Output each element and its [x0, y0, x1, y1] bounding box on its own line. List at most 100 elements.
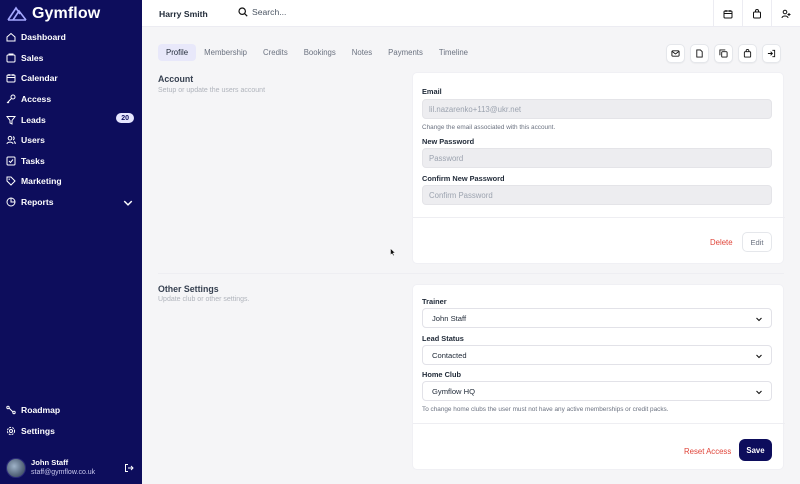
add-user-icon	[781, 9, 791, 18]
sidebar-item-label: Sales	[21, 52, 44, 63]
home-club-select[interactable]: Gymflow HQ	[422, 381, 772, 401]
tab-notes[interactable]: Notes	[344, 44, 380, 61]
chevron-down-icon	[756, 354, 762, 359]
sidebar-item-label: Settings	[21, 425, 55, 436]
email-button[interactable]	[666, 44, 685, 63]
document-button[interactable]	[690, 44, 709, 63]
sidebar-item-sales[interactable]: Sales	[0, 48, 142, 69]
search-input[interactable]: Search...	[238, 7, 286, 17]
profile-actions	[666, 44, 781, 63]
search-icon	[238, 7, 248, 17]
sidebar-item-tasks[interactable]: Tasks	[0, 151, 142, 172]
other-settings-subtitle: Update club or other settings.	[158, 296, 250, 303]
gear-icon	[6, 426, 16, 435]
trainer-value: John Staff	[432, 313, 467, 323]
users-icon	[6, 136, 16, 145]
lead-status-label: Lead Status	[422, 334, 464, 343]
email-field[interactable]: lil.nazarenko+113@ukr.net	[422, 99, 772, 119]
top-add-user-button[interactable]	[771, 0, 800, 27]
sidebar-item-label: Roadmap	[21, 405, 61, 416]
document-icon	[696, 49, 703, 58]
email-hint: Change the email associated with this ac…	[422, 124, 556, 131]
home-club-hint: To change home clubs the user must not h…	[422, 406, 669, 413]
sidebar-item-label: Users	[21, 135, 45, 146]
new-password-field[interactable]: Password	[422, 148, 772, 168]
key-icon	[6, 94, 16, 104]
top-calendar-button[interactable]	[713, 0, 742, 27]
brand[interactable]: Gymflow	[7, 4, 100, 24]
sidebar-item-label: Marketing	[21, 176, 62, 187]
top-sales-button[interactable]	[742, 0, 771, 27]
sidebar-nav: Dashboard Sales Calendar Access Leads 20…	[0, 27, 142, 212]
sidebar-item-leads[interactable]: Leads 20	[0, 109, 142, 130]
sidebar-item-settings[interactable]: Settings	[0, 421, 142, 442]
sidebar-item-dashboard[interactable]: Dashboard	[0, 27, 142, 48]
edit-button[interactable]: Edit	[742, 232, 772, 252]
current-user-email: staff@gymflow.co.uk	[31, 469, 96, 476]
home-icon	[6, 33, 16, 42]
shopping-bag-icon	[753, 8, 761, 18]
divider	[413, 217, 785, 218]
trainer-select[interactable]: John Staff	[422, 308, 772, 328]
sidebar-item-access[interactable]: Access	[0, 89, 142, 110]
account-section-subtitle: Setup or update the users account	[158, 87, 266, 94]
sidebar-item-users[interactable]: Users	[0, 130, 142, 151]
email-label: Email	[422, 87, 442, 96]
calendar-icon	[723, 9, 733, 18]
new-password-label: New Password	[422, 137, 475, 146]
current-user-name: John Staff	[31, 458, 69, 467]
tab-profile[interactable]: Profile	[158, 44, 197, 61]
section-divider	[158, 273, 784, 274]
chevron-down-icon[interactable]	[123, 198, 133, 208]
divider	[413, 423, 785, 424]
delete-button[interactable]: Delete	[710, 238, 733, 247]
top-actions	[713, 0, 800, 27]
sidebar-item-label: Calendar	[21, 73, 58, 84]
chevron-down-icon	[756, 390, 762, 395]
sidebar: Gymflow Dashboard Sales Calendar Access …	[0, 0, 142, 484]
selected-member-name: Harry Smith	[159, 9, 208, 19]
tag-icon	[6, 176, 16, 187]
copy-button[interactable]	[714, 44, 733, 63]
logout-icon[interactable]	[124, 463, 134, 473]
purchase-button[interactable]	[738, 44, 757, 63]
tab-credits[interactable]: Credits	[255, 44, 296, 61]
sidebar-item-label: Leads	[21, 114, 46, 125]
sidebar-item-label: Tasks	[21, 155, 45, 166]
tasks-icon	[6, 156, 16, 166]
save-button[interactable]: Save	[739, 439, 772, 461]
trainer-label: Trainer	[422, 297, 447, 306]
shopping-bag-icon	[743, 49, 752, 58]
other-settings-title: Other Settings	[158, 284, 219, 294]
lead-status-select[interactable]: Contacted	[422, 345, 772, 365]
avatar	[6, 458, 26, 478]
tab-membership[interactable]: Membership	[196, 44, 255, 61]
confirm-password-field[interactable]: Confirm Password	[422, 185, 772, 205]
pie-chart-icon	[6, 197, 16, 207]
tab-payments[interactable]: Payments	[380, 44, 431, 61]
tab-bookings[interactable]: Bookings	[296, 44, 344, 61]
account-section-title: Account	[158, 74, 194, 84]
login-as-button[interactable]	[762, 44, 781, 63]
copy-icon	[719, 49, 728, 58]
search-placeholder: Search...	[252, 7, 287, 17]
reset-access-button[interactable]: Reset Access	[684, 447, 731, 456]
sidebar-item-label: Reports	[21, 197, 54, 208]
home-club-label: Home Club	[422, 370, 462, 379]
tab-timeline[interactable]: Timeline	[431, 44, 476, 61]
sidebar-item-calendar[interactable]: Calendar	[0, 68, 142, 89]
confirm-password-label: Confirm New Password	[422, 174, 505, 183]
calendar-icon	[6, 74, 16, 83]
sidebar-item-roadmap[interactable]: Roadmap	[0, 400, 142, 421]
sales-icon	[6, 53, 16, 63]
top-bar: Harry Smith Search...	[142, 0, 800, 27]
sidebar-item-reports[interactable]: Reports	[0, 192, 142, 213]
other-settings-card: Trainer John Staff Lead Status Contacted…	[412, 284, 785, 470]
sidebar-bottom-nav: Roadmap Settings	[0, 400, 142, 441]
current-user: John Staff staff@gymflow.co.uk	[6, 456, 136, 480]
sidebar-item-label: Access	[21, 94, 52, 105]
mouse-cursor-icon	[390, 248, 396, 256]
mail-icon	[671, 50, 680, 57]
sidebar-item-marketing[interactable]: Marketing	[0, 171, 142, 192]
account-card: Email lil.nazarenko+113@ukr.net Change t…	[412, 72, 785, 264]
